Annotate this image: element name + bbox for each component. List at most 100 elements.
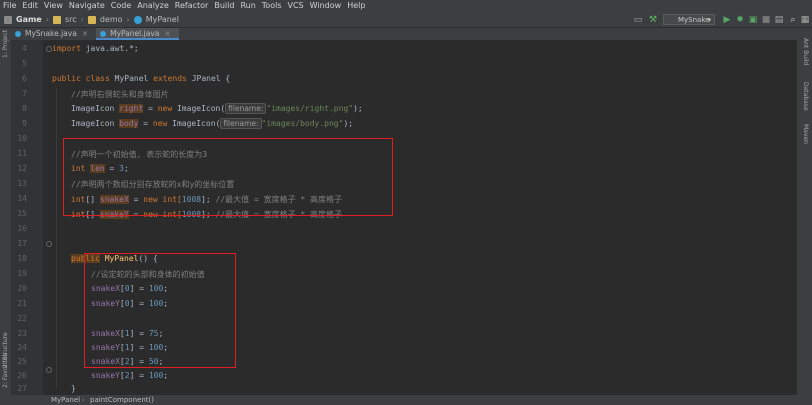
maven-tool-tab[interactable]: Maven bbox=[802, 124, 809, 144]
line-number: 25 bbox=[17, 357, 27, 366]
line-number: 18 bbox=[17, 254, 27, 263]
code-token: ImageIcon bbox=[71, 119, 120, 128]
menu-analyze[interactable]: Analyze bbox=[137, 0, 169, 12]
chevron-right-icon: › bbox=[82, 396, 85, 404]
code-number: 100 bbox=[148, 371, 164, 380]
menu-view[interactable]: View bbox=[44, 0, 63, 12]
line-number: 15 bbox=[17, 209, 27, 218]
code-token: new bbox=[152, 119, 168, 128]
breadcrumb-class[interactable]: MyPanel bbox=[146, 12, 179, 28]
line-number: 14 bbox=[17, 194, 27, 203]
highlight-box-constructor bbox=[84, 253, 236, 368]
database-tool-tab[interactable]: Database bbox=[802, 82, 809, 111]
chevron-right-icon: › bbox=[45, 15, 49, 24]
fold-icon[interactable] bbox=[46, 241, 52, 247]
import-keyword: import bbox=[52, 44, 81, 53]
layout-icon[interactable]: ▭ bbox=[633, 14, 643, 26]
import-path: java.awt.*; bbox=[80, 44, 139, 53]
code-token: } bbox=[71, 384, 76, 393]
build-hammer-icon[interactable]: ⚒ bbox=[648, 14, 658, 26]
code-field: snakeY bbox=[91, 371, 120, 380]
line-number: 4 bbox=[22, 44, 27, 53]
code-token: = bbox=[143, 104, 158, 113]
line-number: 27 bbox=[17, 384, 27, 393]
line-number: 21 bbox=[17, 299, 27, 308]
menu-tools[interactable]: Tools bbox=[262, 0, 282, 12]
code-line-6: public class MyPanel extends JPanel { bbox=[52, 74, 230, 83]
menu-window[interactable]: Window bbox=[310, 0, 342, 12]
close-icon[interactable]: × bbox=[82, 29, 88, 38]
navigation-bar: Game › src › demo › MyPanel ▭ ⚒ MySnake … bbox=[0, 12, 812, 28]
menu-file[interactable]: File bbox=[3, 0, 16, 12]
indent-guide bbox=[56, 88, 57, 388]
run-icon[interactable]: ▶ bbox=[722, 14, 732, 26]
breadcrumb-project[interactable]: Game bbox=[16, 12, 42, 28]
line-number: 5 bbox=[22, 59, 27, 68]
stop-icon[interactable]: ■ bbox=[761, 14, 771, 26]
ant-build-tool-tab[interactable]: Ant Build bbox=[802, 38, 809, 65]
line-number: 7 bbox=[22, 89, 27, 98]
status-class[interactable]: MyPanel bbox=[51, 395, 80, 405]
menu-edit[interactable]: Edit bbox=[22, 0, 38, 12]
code-line-8: ImageIcon right = new ImageIcon(filename… bbox=[71, 103, 363, 114]
code-token: ); bbox=[353, 104, 363, 113]
tab-mysnake[interactable]: MySnake.java × bbox=[11, 28, 96, 40]
project-icon bbox=[4, 16, 12, 24]
breadcrumb-src[interactable]: src bbox=[65, 12, 77, 28]
line-number: 24 bbox=[17, 343, 27, 352]
favorites-tool-tab[interactable]: 2: Favorites bbox=[2, 353, 9, 388]
menu-vcs[interactable]: VCS bbox=[288, 0, 304, 12]
editor-tabs: MySnake.java × MyPanel.java × bbox=[11, 28, 797, 40]
highlight-box-fields bbox=[63, 138, 393, 216]
code-token: ImageIcon( bbox=[172, 104, 226, 113]
menu-build[interactable]: Build bbox=[214, 0, 234, 12]
coverage-icon[interactable]: ▣ bbox=[748, 14, 758, 26]
fold-icon[interactable] bbox=[46, 367, 52, 373]
line-number: 16 bbox=[17, 224, 27, 233]
line-number: 17 bbox=[17, 239, 27, 248]
code-token: MyPanel bbox=[114, 74, 149, 83]
line-number: 10 bbox=[17, 134, 27, 143]
code-field: body bbox=[119, 119, 139, 128]
settings-icon[interactable]: ▦ bbox=[800, 14, 810, 26]
close-icon[interactable]: × bbox=[164, 29, 170, 38]
tab-mypanel[interactable]: MyPanel.java × bbox=[96, 28, 179, 40]
menu-navigate[interactable]: Navigate bbox=[69, 0, 105, 12]
line-number: 22 bbox=[17, 314, 27, 323]
code-token: = bbox=[138, 119, 153, 128]
breadcrumb: Game › src › demo › MyPanel bbox=[4, 12, 179, 28]
debug-icon[interactable]: ✹ bbox=[735, 14, 745, 26]
folder-icon bbox=[52, 16, 61, 24]
menu-run[interactable]: Run bbox=[240, 0, 255, 12]
structure-icon[interactable]: ▤ bbox=[774, 14, 784, 26]
class-icon bbox=[133, 16, 142, 24]
code-field: right bbox=[119, 104, 144, 113]
right-tool-strip: Ant Build Database Maven bbox=[797, 28, 812, 395]
line-number: 6 bbox=[22, 74, 27, 83]
tab-label: MySnake.java bbox=[25, 29, 77, 38]
line-number: 13 bbox=[17, 179, 27, 188]
run-config-select[interactable]: MySnake bbox=[663, 14, 715, 26]
run-config-label: MySnake bbox=[678, 16, 710, 24]
line-number: 8 bbox=[22, 104, 27, 113]
status-bar: MyPanel › paintComponent() bbox=[0, 395, 812, 405]
menu-refactor[interactable]: Refactor bbox=[175, 0, 209, 12]
package-icon bbox=[87, 16, 96, 24]
code-token: ); bbox=[343, 119, 354, 128]
menu-help[interactable]: Help bbox=[347, 0, 365, 12]
line-number: 12 bbox=[17, 164, 27, 173]
code-token: ] = bbox=[129, 371, 149, 380]
status-method[interactable]: paintComponent() bbox=[90, 395, 154, 405]
code-token: ImageIcon bbox=[71, 104, 120, 113]
chevron-right-icon: › bbox=[80, 15, 84, 24]
line-number: 9 bbox=[22, 119, 27, 128]
breadcrumb-package[interactable]: demo bbox=[100, 12, 123, 28]
search-icon[interactable]: ⌕ bbox=[788, 14, 798, 26]
code-token: JPanel { bbox=[191, 74, 231, 83]
code-token: new bbox=[157, 104, 173, 113]
project-tool-tab[interactable]: 1: Project bbox=[2, 30, 9, 58]
code-string: "images/body.png" bbox=[261, 119, 344, 128]
line-number: 19 bbox=[17, 269, 27, 278]
menu-code[interactable]: Code bbox=[111, 0, 131, 12]
line-number: 23 bbox=[17, 329, 27, 338]
